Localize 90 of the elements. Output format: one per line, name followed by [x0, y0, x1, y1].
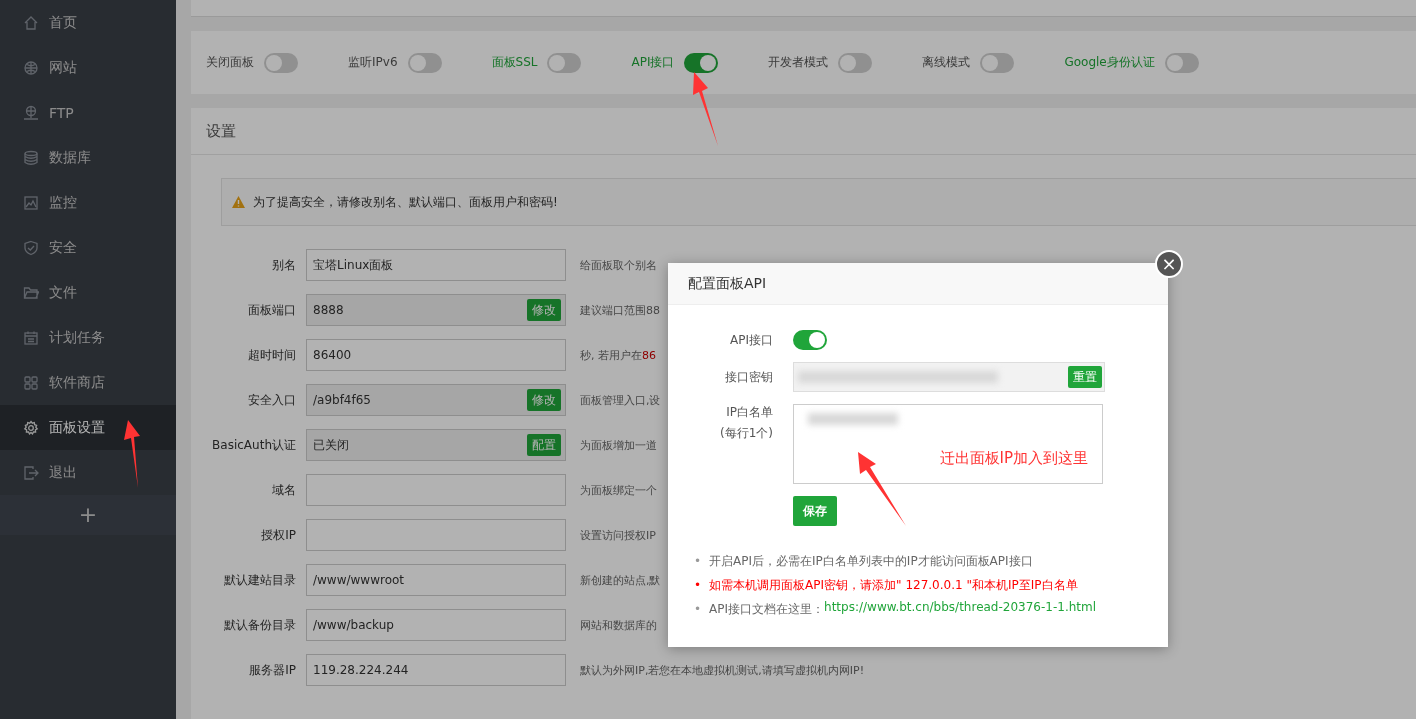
field-label: 安全入口: [247, 391, 296, 409]
home-icon: [23, 14, 39, 31]
sidebar-item[interactable]: 数据库: [0, 135, 176, 180]
sidebar-item[interactable]: FTP: [0, 90, 176, 135]
note-text: API接口文档在这里：: [709, 601, 825, 618]
settings-icon: [23, 419, 39, 436]
toggle-label: 监听IPv6: [348, 54, 398, 71]
input-field[interactable]: /a9bf4f65 修改: [306, 384, 566, 416]
edit-button[interactable]: 修改: [527, 389, 561, 411]
key-field[interactable]: 重置: [793, 362, 1105, 392]
field-label: API接口: [730, 331, 773, 349]
field-label: 别名: [271, 256, 296, 274]
sidebar-item[interactable]: 文件: [0, 270, 176, 315]
logout-icon: [23, 464, 39, 481]
field-description: 新创建的站点,默: [580, 572, 661, 588]
sidebar-item[interactable]: 首页: [0, 0, 176, 45]
field-description: 秒, 若用户在86: [580, 347, 656, 363]
field-description: 网站和数据库的: [580, 617, 657, 633]
chart-icon: [23, 194, 39, 211]
field-label: 接口密钥: [725, 368, 773, 386]
field-label: 超时时间: [247, 346, 296, 364]
input-field[interactable]: 119.28.224.244: [306, 654, 566, 686]
field-description: 为面板绑定一个: [580, 482, 657, 498]
bullet: •: [694, 577, 702, 594]
toggle-link[interactable]: Google身份认证: [1064, 54, 1155, 71]
sidebar-item[interactable]: 安全: [0, 225, 176, 270]
toggle-switch[interactable]: [264, 52, 298, 73]
note-text: 开启API后，必需在IP白名单列表中的IP才能访问面板API接口: [709, 553, 1033, 570]
toggle-switch[interactable]: [1164, 52, 1199, 73]
toggle-switch[interactable]: [838, 52, 873, 73]
toggle-label: 离线模式: [922, 54, 971, 71]
field-label: 默认建站目录: [223, 571, 296, 589]
toggle-switch[interactable]: [684, 52, 719, 73]
field-label: 默认备份目录: [223, 616, 296, 634]
input-field[interactable]: /www/backup: [306, 609, 566, 641]
section-title: 设置: [206, 121, 236, 141]
database-icon: [23, 149, 39, 166]
add-button[interactable]: +: [78, 504, 98, 526]
sidebar-item[interactable]: 计划任务: [0, 315, 176, 360]
toggle-switch[interactable]: [407, 52, 442, 73]
field-description: 给面板取个别名: [580, 257, 657, 273]
warning-icon: [232, 196, 245, 208]
field-description: 面板管理入口,设: [580, 392, 661, 408]
bullet: •: [694, 601, 702, 618]
field-description: 为面板增加一道: [580, 437, 657, 453]
warning-text: 为了提高安全，请修改别名、默认端口、面板用户和密码!: [253, 193, 558, 211]
field-label: BasicAuth认证: [211, 436, 296, 454]
toggle-label: 关闭面板: [206, 54, 254, 71]
field-label: 服务器IP: [248, 661, 296, 679]
field-hint: (每行1个): [720, 425, 773, 442]
field-label: 面板端口: [247, 301, 296, 319]
field-description: 建议端口范围88: [580, 302, 660, 318]
network-globe-icon: [23, 104, 39, 121]
sidebar-item[interactable]: 软件商店: [0, 360, 176, 405]
bullet: •: [694, 553, 702, 570]
annotation-text: 迁出面板IP加入到这里: [939, 449, 1088, 468]
doc-link[interactable]: https://www.bt.cn/bbs/thread-20376-1-1.html: [824, 600, 1097, 618]
input-field[interactable]: [306, 474, 566, 506]
sidebar-item[interactable]: 监控: [0, 180, 176, 225]
input-field[interactable]: 已关闭 配置: [306, 429, 566, 461]
field-description: 默认为外网IP,若您在本地虚拟机测试,请填写虚拟机内网IP!: [580, 662, 865, 678]
dialog-title: 配置面板API: [688, 274, 767, 293]
warning-note: 如需本机调用面板API密钥，请添加" 127.0.0.1 "和本机IP至IP白名单: [709, 577, 1078, 594]
field-label: 授权IP: [260, 526, 296, 544]
input-field[interactable]: 86400: [306, 339, 566, 371]
reset-button[interactable]: 重置: [1068, 366, 1102, 388]
toggle-switch[interactable]: [793, 330, 827, 350]
field-label: IP白名单: [726, 404, 773, 421]
sidebar-item[interactable]: 面板设置: [0, 405, 176, 450]
edit-button[interactable]: 修改: [527, 299, 561, 321]
field-description: 设置访问授权IP: [580, 527, 656, 543]
field-label: 域名: [271, 481, 296, 499]
toggle-switch[interactable]: [547, 52, 582, 73]
globe-icon: [23, 59, 39, 76]
calendar-icon: [23, 329, 39, 346]
toggle-switch[interactable]: [980, 52, 1015, 73]
input-field[interactable]: 8888 修改: [306, 294, 566, 326]
sidebar-item[interactable]: 网站: [0, 45, 176, 90]
toggle-label: 开发者模式: [768, 54, 829, 71]
input-field[interactable]: [306, 519, 566, 551]
toggle-link[interactable]: 面板SSL: [491, 54, 538, 71]
shield-icon: [23, 239, 39, 256]
whitelist-field[interactable]: 迁出面板IP加入到这里: [793, 404, 1103, 484]
grid-icon: [23, 374, 39, 391]
edit-button[interactable]: 配置: [527, 434, 561, 456]
folder-icon: [23, 284, 39, 301]
toggle-link[interactable]: API接口: [631, 54, 675, 71]
input-field[interactable]: /www/wwwroot: [306, 564, 566, 596]
save-button[interactable]: 保存: [793, 496, 837, 526]
input-field[interactable]: 宝塔Linux面板: [306, 249, 566, 281]
